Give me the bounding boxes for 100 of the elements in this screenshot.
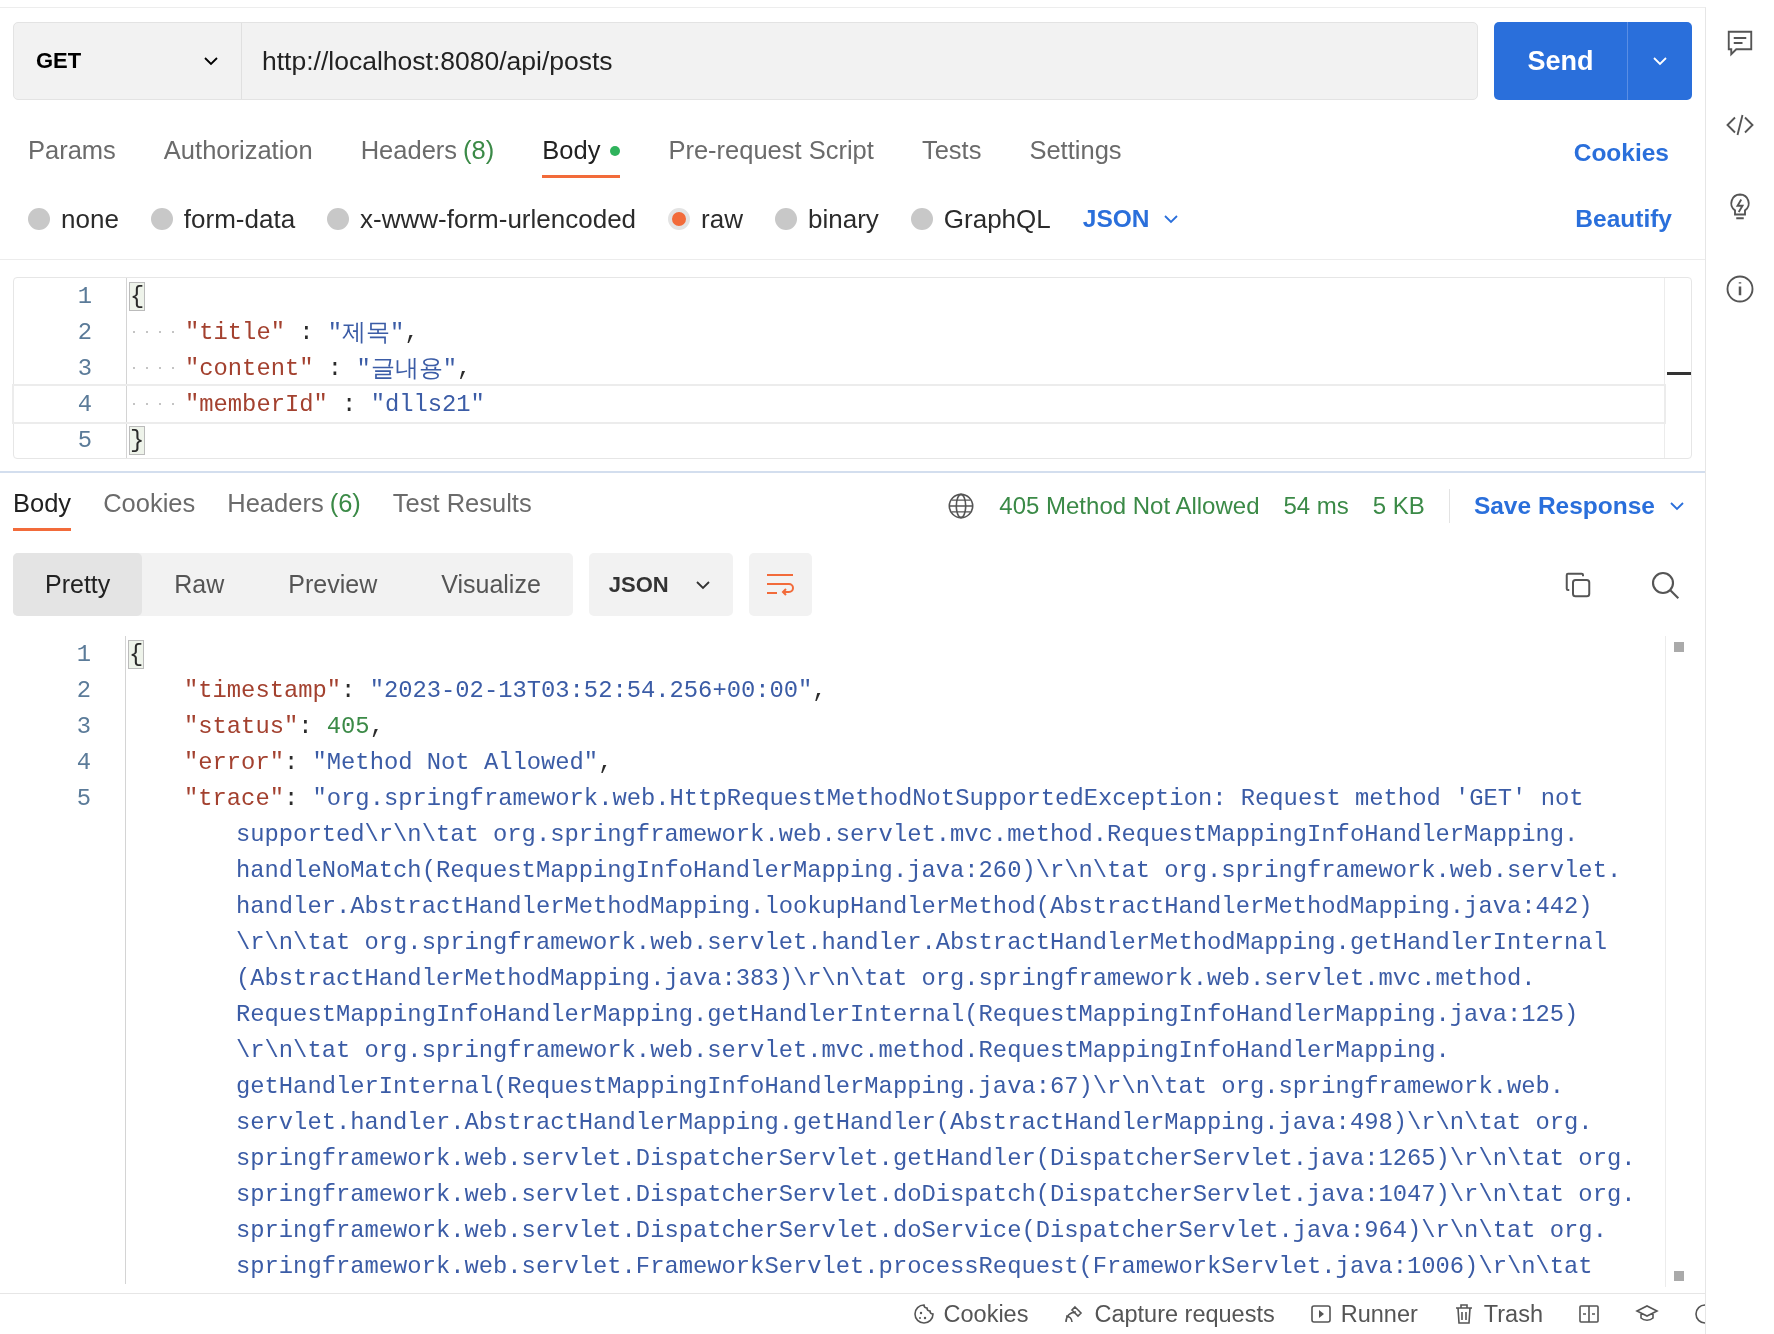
line-number: 2	[75, 676, 92, 704]
json-string: (AbstractHandlerMethodMapping.java:383)\r\n\tat org.springframework.web.servlet.mvc.method.	[236, 964, 1536, 992]
response-tab[interactable]: Headers (6)	[227, 481, 361, 531]
json-string: springframework.web.servlet.DispatcherServlet.doDispatch(DispatcherServlet.java:1047)\r\n\tat org.	[236, 1180, 1636, 1208]
play-icon	[1308, 1302, 1333, 1326]
info-icon[interactable]	[1725, 274, 1755, 304]
json-punctuation: ,	[456, 354, 472, 382]
cookies-link[interactable]: Cookies	[1573, 128, 1669, 178]
json-key: "timestamp"	[184, 676, 342, 704]
request-tab[interactable]: Params	[28, 128, 116, 178]
line-number: 1	[76, 282, 93, 310]
request-tab[interactable]: Tests	[921, 128, 982, 178]
json-string: "글내용"	[356, 355, 457, 384]
json-string: handleNoMatch(RequestMappingInfoHandlerMapping.java:260)\r\n\tat org.springframework.web.servlet.	[236, 856, 1622, 884]
json-punctuation: ,	[369, 712, 384, 740]
json-key: "memberId"	[185, 390, 328, 418]
json-punctuation: ,	[598, 748, 613, 776]
line-number: 1	[75, 640, 92, 668]
beautify-link[interactable]: Beautify	[1575, 205, 1672, 233]
status-bar-item[interactable]: Runner	[1308, 1300, 1418, 1328]
line-number: 3	[76, 354, 93, 382]
line-number: 3	[75, 712, 92, 740]
json-string: \r\n\tat org.springframework.web.servlet.handler.AbstractHandlerMethodMapping.getHandlerInternal	[236, 928, 1607, 956]
json-punctuation: :	[298, 318, 315, 346]
scrollbar[interactable]	[1664, 278, 1691, 458]
wrap-lines-button[interactable]	[748, 553, 812, 616]
body-type-radio[interactable]: form-data	[150, 203, 296, 235]
two-pane-icon	[1577, 1302, 1601, 1326]
json-punctuation: :	[298, 712, 314, 740]
cookie-icon	[911, 1302, 936, 1326]
body-type-radio[interactable]: binary	[775, 203, 879, 235]
format-dropdown[interactable]: JSON	[588, 553, 733, 616]
json-string: springframework.web.servlet.DispatcherServlet.getHandler(DispatcherServlet.java:1265)\r\n\tat org.	[236, 1144, 1636, 1172]
view-mode-tab[interactable]: Preview	[256, 553, 410, 616]
response-size: 5 KB	[1372, 492, 1425, 520]
body-type-radio[interactable]: GraphQL	[910, 203, 1051, 235]
response-time: 54 ms	[1283, 492, 1349, 520]
json-string: supported\r\n\tat org.springframework.web.servlet.mvc.method.RequestMappingInfoHandlerMapping.	[236, 820, 1579, 848]
json-brace: {	[128, 639, 145, 669]
json-brace: }	[129, 425, 146, 455]
json-string: springframework.web.servlet.FrameworkServlet.processRequest(FrameworkServlet.java:1006)\r\n\tat	[236, 1252, 1593, 1280]
view-mode-tab[interactable]: Pretty	[13, 553, 143, 616]
view-mode-tab[interactable]: Visualize	[409, 553, 573, 616]
request-tab[interactable]: Headers (8)	[360, 128, 495, 178]
json-string: springframework.web.servlet.DispatcherServlet.doService(DispatcherServlet.java:964)\r\n\tat org.	[236, 1216, 1607, 1244]
json-punctuation: :	[341, 676, 357, 704]
line-number: 5	[75, 784, 92, 812]
json-key: "status"	[184, 712, 299, 740]
json-string: getHandlerInternal(RequestMappingInfoHandlerMapping.java:67)\r\n\tat org.springframework.web.	[236, 1072, 1565, 1100]
status-bar-item[interactable]: Trash	[1451, 1300, 1543, 1328]
body-type-radio[interactable]: raw	[668, 203, 743, 235]
view-mode-tab[interactable]: Raw	[142, 553, 257, 616]
json-punctuation: :	[326, 354, 344, 382]
language-dropdown[interactable]: JSON	[1082, 205, 1180, 233]
caret-icon	[1163, 214, 1180, 224]
status-code: 405 Method Not Allowed	[999, 492, 1260, 520]
globe-icon	[947, 492, 976, 520]
line-number: 4	[75, 748, 92, 776]
json-punctuation: :	[283, 748, 300, 776]
request-tab[interactable]: Pre-request Script	[668, 128, 874, 178]
response-tab[interactable]: Cookies	[103, 481, 196, 531]
json-punctuation: :	[283, 784, 300, 812]
request-body-editor[interactable]: 1 { 2 "title" : "제목", 3 "content" : "글내용", 4 "memberId" : "dlls21" 5 }	[13, 277, 1692, 459]
save-response-dropdown[interactable]: Save Response	[1473, 492, 1685, 520]
json-key: "trace"	[184, 784, 284, 812]
json-brace: {	[129, 281, 146, 311]
json-string: "제목"	[327, 319, 405, 348]
line-number: 2	[76, 318, 93, 346]
line-number: 4	[76, 390, 93, 418]
json-string: RequestMappingInfoHandlerMapping.getHandlerInternal(RequestMappingInfoHandlerMapping.java:125)	[236, 1000, 1579, 1028]
caret-icon	[1652, 56, 1668, 66]
json-key: "title"	[185, 318, 285, 346]
json-punctuation: :	[341, 390, 358, 418]
send-button[interactable]: Send	[1494, 22, 1692, 100]
json-punctuation: ,	[404, 318, 419, 346]
wrap-lines-icon	[765, 571, 796, 598]
json-number: 405	[326, 712, 370, 740]
response-tab[interactable]: Test Results	[392, 481, 532, 531]
json-string: "dlls21"	[370, 390, 485, 418]
json-key: "error"	[184, 748, 284, 776]
request-tab[interactable]: Settings	[1029, 128, 1122, 178]
json-punctuation: ,	[812, 676, 827, 704]
json-string: handler.AbstractHandlerMethodMapping.lookupHandlerMethod(AbstractHandlerMethodMapping.java:442)	[236, 892, 1593, 920]
body-type-radio[interactable]: none	[28, 203, 119, 235]
comment-icon[interactable]	[1725, 28, 1755, 58]
json-string: "org.springframework.web.HttpRequestMethodNotSupportedException: Request method 'GET' not	[312, 784, 1584, 812]
status-bar-item[interactable]: Capture requests	[1062, 1300, 1275, 1328]
json-string: "2023-02-13T03:52:54.256+00:00"	[369, 676, 813, 704]
json-key: "content"	[185, 354, 314, 382]
request-tab[interactable]: Body	[542, 128, 621, 178]
request-tab[interactable]: Authorization	[163, 128, 313, 178]
json-string: \r\n\tat org.springframework.web.servlet.mvc.method.RequestMappingInfoHandlerMapping.	[236, 1036, 1450, 1064]
json-string: "Method Not Allowed"	[312, 748, 599, 776]
json-string: servlet.handler.AbstractHandlerMapping.getHandler(AbstractHandlerMapping.java:498)\r\n\tat org.	[236, 1108, 1593, 1136]
caret-icon	[1669, 501, 1685, 511]
caret-icon	[694, 579, 711, 590]
response-tab[interactable]: Body	[13, 481, 72, 531]
line-number: 5	[76, 426, 93, 454]
status-bar-item[interactable]: Cookies	[911, 1300, 1029, 1328]
body-type-radio[interactable]: x-www-form-urlencoded	[327, 203, 637, 235]
